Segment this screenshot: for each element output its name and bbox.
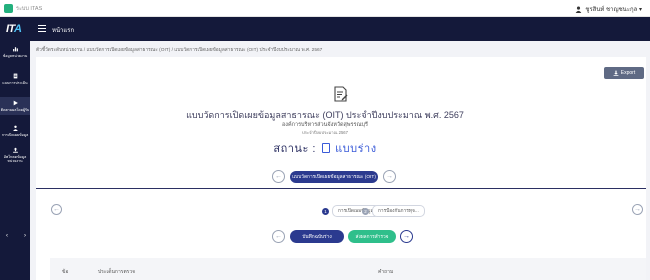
menu-toggle-icon[interactable]: [38, 25, 46, 32]
status-line: สถานะ : แบบร่าง: [0, 139, 650, 157]
step-connector: [352, 209, 362, 210]
breadcrumb[interactable]: ตัวชี้วัดระดับหน่วยงาน / แบบวัดการเปิดเผ…: [36, 46, 322, 54]
next-section-button[interactable]: →: [383, 170, 396, 183]
fiscal-year: ประจำปีงบประมาณ 2567: [302, 130, 348, 135]
oit-section-pill[interactable]: แบบวัดการเปิดเผยข้อมูลสาธารณะ (OIT): [290, 171, 378, 183]
document-edit-icon: [334, 86, 348, 102]
step-label: การป้องกันการทุจ...: [372, 205, 425, 217]
sidebar-item-label: ข้อมูลหน่วยงาน: [2, 54, 28, 58]
app-logo-icon: [4, 4, 13, 13]
save-draft-button[interactable]: บันทึกฉบับร่าง: [290, 230, 344, 243]
page-title: แบบวัดการเปิดเผยข้อมูลสาธารณะ (OIT) ประจ…: [186, 110, 464, 120]
org-name: องค์การบริหารส่วนจังหวัดสุพรรณบุรี: [282, 122, 368, 128]
app-name: ระบบ ITAS: [16, 6, 43, 12]
export-button[interactable]: Export: [604, 67, 644, 79]
column-header-no: ข้อ: [62, 269, 69, 275]
file-icon: [321, 143, 330, 153]
step-number: 1: [322, 207, 329, 215]
app-top-bar: ระบบ ITAS ชูรสินท์ ชาญชนะกุล ▾: [0, 0, 650, 17]
step-2[interactable]: 2 การป้องกันการทุจ...: [362, 205, 425, 217]
action-prev-button[interactable]: ←: [272, 230, 285, 243]
steps-prev-button[interactable]: ←: [51, 204, 62, 215]
brand-logo[interactable]: ITA: [6, 23, 22, 35]
arrow-right-icon: →: [386, 173, 393, 180]
action-next-button[interactable]: →: [400, 230, 413, 243]
user-icon: [576, 6, 582, 13]
arrow-right-icon: →: [403, 233, 410, 240]
column-header-topic: ประเด็นการตรวจ: [98, 269, 136, 275]
sidebar-next-icon[interactable]: ›: [24, 233, 26, 239]
user-name: ชูรสินท์ ชาญชนะกุล ▾: [585, 7, 642, 13]
sidebar: ข้อมูลหน่วยงาน แบบการประเมิน ติดตามผลโดย…: [0, 41, 30, 280]
sidebar-item-label: แบบการประเมิน: [2, 81, 28, 85]
arrow-left-icon: ←: [275, 173, 282, 180]
arrow-left-icon: ←: [53, 206, 60, 213]
column-header-question: คำถาม: [378, 269, 394, 275]
step-number: 2: [362, 207, 369, 215]
user-menu[interactable]: ชูรสินท์ ชาญชนะกุล ▾: [575, 4, 642, 14]
prev-section-button[interactable]: ←: [272, 170, 285, 183]
arrow-right-icon: →: [634, 206, 641, 213]
sidebar-pager: ‹ ›: [6, 233, 26, 239]
submit-survey-button[interactable]: ส่งผลการสำรวจ: [348, 230, 396, 243]
export-label: Export: [620, 70, 636, 76]
steps-next-button[interactable]: →: [632, 204, 643, 215]
chart-icon: [12, 47, 18, 52]
arrow-left-icon: ←: [275, 233, 282, 240]
sidebar-prev-icon[interactable]: ‹: [6, 233, 8, 239]
brand-main: IT: [6, 23, 14, 35]
status-label: สถานะ :: [273, 143, 316, 155]
form-icon: [13, 73, 17, 79]
home-link[interactable]: หน้าแรก: [52, 25, 74, 35]
play-icon: [13, 100, 18, 106]
table-header: [50, 258, 646, 280]
sidebar-item-org-info[interactable]: ข้อมูลหน่วยงาน: [0, 46, 30, 58]
sidebar-item-assessment[interactable]: แบบการประเมิน: [0, 73, 30, 85]
main-header: ITA หน้าแรก: [0, 17, 650, 41]
status-value: แบบร่าง: [335, 143, 377, 155]
download-icon: [613, 70, 619, 76]
section-divider: [36, 188, 646, 189]
brand-accent: A: [13, 23, 22, 35]
